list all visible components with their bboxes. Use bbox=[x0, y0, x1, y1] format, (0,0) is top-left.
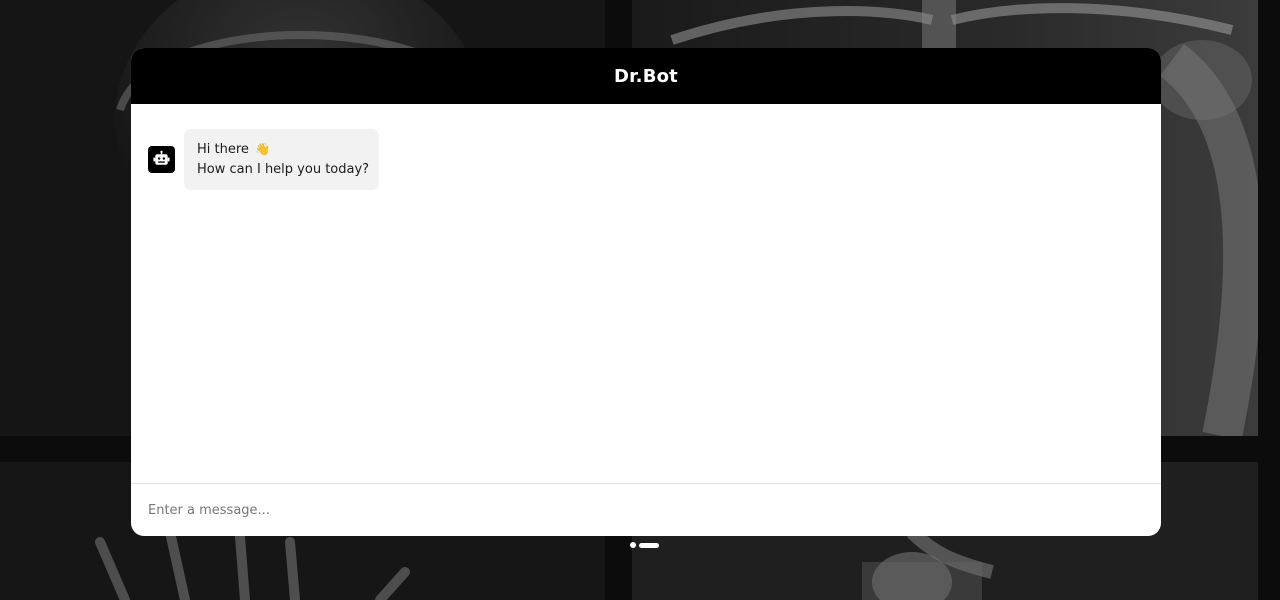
carousel-dot[interactable] bbox=[630, 542, 636, 548]
bot-message: Hi there 👋 How can I help you today? bbox=[148, 129, 379, 190]
message-line-1: Hi there 👋 bbox=[197, 139, 366, 160]
message-greeting: Hi there bbox=[197, 142, 249, 157]
message-line-2: How can I help you today? bbox=[197, 162, 370, 177]
message-input[interactable] bbox=[148, 502, 1144, 518]
chat-messages: Hi there 👋 How can I help you today? bbox=[131, 104, 1161, 483]
message-bubble: Hi there 👋 How can I help you today? bbox=[184, 129, 379, 190]
carousel-indicator bbox=[630, 542, 659, 548]
carousel-dot-active[interactable] bbox=[639, 542, 659, 548]
robot-icon bbox=[148, 146, 175, 173]
message-input-bar bbox=[131, 483, 1161, 536]
chat-title: Dr.Bot bbox=[614, 65, 678, 87]
waving-hand-emoji: 👋 bbox=[255, 142, 271, 156]
chat-header: Dr.Bot bbox=[131, 48, 1161, 104]
chat-window: Dr.Bot Hi there 👋 How can I help you tod… bbox=[131, 48, 1161, 536]
